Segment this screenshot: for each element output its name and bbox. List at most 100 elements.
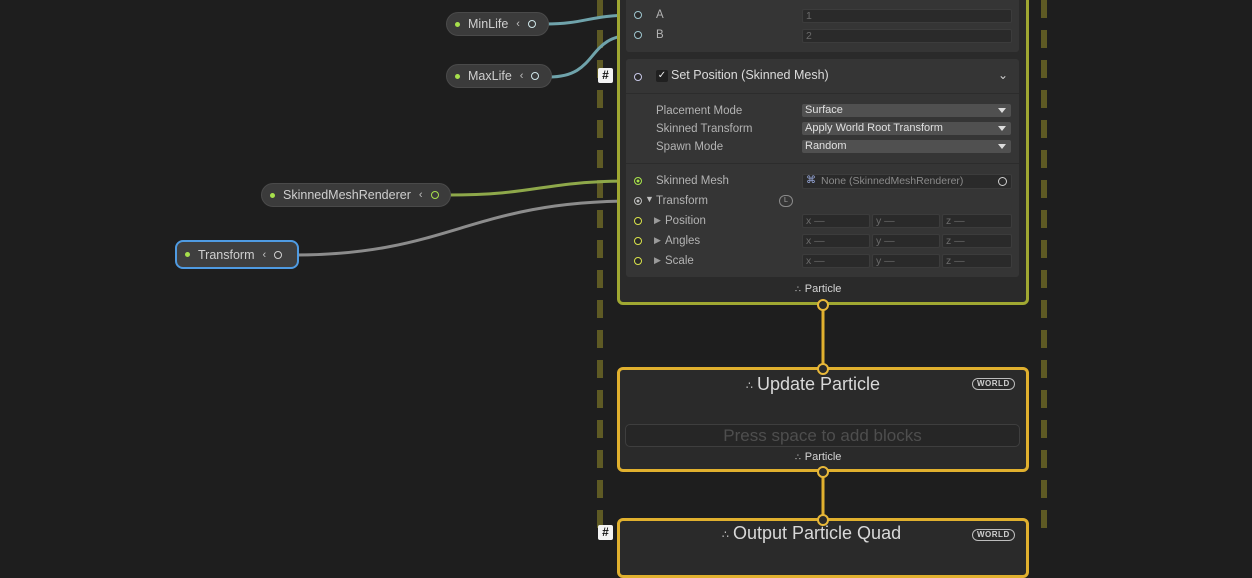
output-port[interactable] — [531, 72, 540, 80]
y-label: y — [876, 255, 882, 267]
output-label-text: Particle — [804, 451, 842, 463]
initialize-flow-output-port[interactable] — [817, 299, 829, 311]
set-lifetime-random-block[interactable]: A 1 B 2 — [626, 0, 1019, 52]
x-label: x — [806, 255, 812, 267]
input-port-position[interactable] — [634, 217, 642, 225]
value: — — [954, 235, 965, 247]
input-port-a[interactable] — [634, 11, 642, 19]
value: — — [814, 235, 825, 247]
block-title: Set Position (Skinned Mesh) — [671, 68, 829, 82]
edge-transform — [293, 199, 635, 257]
dropdown-arrow-icon — [998, 144, 1006, 149]
property-type-dot — [185, 252, 190, 257]
dropdown-value: Random — [805, 140, 847, 152]
particle-icon: ∴ — [795, 283, 801, 294]
field-b[interactable]: 2 — [802, 29, 1012, 43]
position-y-field[interactable]: y — — [872, 214, 940, 228]
dropdown-value: Apply World Root Transform — [805, 122, 943, 134]
input-port-b[interactable] — [634, 31, 642, 39]
activation-port[interactable] — [634, 73, 642, 81]
label-b: B — [656, 29, 664, 41]
value: — — [814, 215, 825, 227]
placement-mode-dropdown[interactable]: Surface — [802, 104, 1011, 117]
input-port-angles[interactable] — [634, 237, 642, 245]
transform-label: Transform — [656, 195, 708, 207]
local-space-badge[interactable]: L — [779, 195, 793, 207]
expand-triangle-icon[interactable]: ▼ — [645, 194, 654, 204]
skinned-transform-label: Skinned Transform — [656, 123, 753, 135]
skinned-transform-dropdown[interactable]: Apply World Root Transform — [802, 122, 1011, 135]
value: — — [884, 215, 895, 227]
property-type-dot — [455, 21, 460, 27]
spawn-mode-label: Spawn Mode — [656, 141, 724, 153]
value: — — [954, 255, 965, 267]
particle-icon: ∴ — [722, 528, 729, 541]
value: — — [884, 235, 895, 247]
angles-x-field[interactable]: x — — [802, 234, 870, 248]
scale-label: Scale — [665, 255, 694, 267]
property-label: SkinnedMeshRenderer — [283, 188, 411, 202]
property-node-minlife[interactable]: MinLife ‹ — [446, 12, 549, 36]
scale-y-field[interactable]: y — — [872, 254, 940, 268]
expand-triangle-icon[interactable]: ▶ — [654, 215, 661, 226]
expand-triangle-icon[interactable]: ▶ — [654, 255, 661, 266]
space-badge[interactable]: WORLD — [972, 529, 1015, 541]
update-flow-output-port[interactable] — [817, 466, 829, 478]
property-label: MinLife — [468, 17, 509, 31]
scale-z-field[interactable]: z — — [942, 254, 1012, 268]
property-node-transform[interactable]: Transform ‹ — [175, 240, 299, 269]
chevron-left-icon[interactable]: ‹ — [520, 70, 524, 82]
set-position-skinned-mesh-block[interactable]: ✓ Set Position (Skinned Mesh) ⌄ Placemen… — [626, 59, 1019, 277]
position-x-field[interactable]: x — — [802, 214, 870, 228]
chevron-left-icon[interactable]: ‹ — [516, 18, 520, 30]
scale-x-field[interactable]: x — — [802, 254, 870, 268]
value: — — [814, 255, 825, 267]
output-port[interactable] — [430, 191, 439, 199]
property-label: MaxLife — [468, 69, 512, 83]
add-blocks-placeholder[interactable]: Press space to add blocks — [625, 424, 1020, 447]
expand-triangle-icon[interactable]: ▶ — [654, 235, 661, 246]
input-port-scale[interactable] — [634, 257, 642, 265]
title-text: Update Particle — [757, 374, 881, 394]
particle-icon: ∴ — [746, 379, 753, 392]
chevron-left-icon[interactable]: ‹ — [263, 249, 267, 261]
input-port-transform[interactable] — [634, 197, 642, 205]
position-label: Position — [665, 215, 706, 227]
output-label-text: Particle — [804, 283, 842, 295]
field-a[interactable]: 1 — [802, 9, 1012, 23]
edge-skinned-mesh — [446, 179, 635, 197]
output-context-title: ∴ Output Particle Quad — [722, 523, 901, 544]
object-picker-icon[interactable] — [998, 177, 1007, 186]
output-port[interactable] — [274, 250, 283, 259]
skinned-mesh-label: Skinned Mesh — [656, 175, 729, 187]
chevron-down-icon[interactable]: ⌄ — [998, 68, 1008, 82]
divider — [626, 163, 1019, 164]
value: — — [954, 215, 965, 227]
z-label: z — [946, 235, 952, 247]
update-context-title: ∴ Update Particle — [746, 374, 880, 395]
chevron-left-icon[interactable]: ‹ — [419, 189, 423, 201]
property-label: Transform — [198, 247, 255, 262]
spawn-mode-dropdown[interactable]: Random — [802, 140, 1011, 153]
initialize-output-label: ∴ Particle — [795, 283, 841, 295]
angles-y-field[interactable]: y — — [872, 234, 940, 248]
dropdown-arrow-icon — [998, 126, 1006, 131]
placement-mode-label: Placement Mode — [656, 105, 743, 117]
skinned-mesh-object-field[interactable]: ⌘ None (SkinnedMeshRenderer) — [802, 174, 1012, 189]
skinned-mesh-icon: ⌘ — [806, 175, 816, 186]
output-port[interactable] — [527, 20, 536, 28]
x-label: x — [806, 215, 812, 227]
angles-z-field[interactable]: z — — [942, 234, 1012, 248]
title-text: Output Particle Quad — [733, 523, 902, 543]
y-label: y — [876, 235, 882, 247]
property-node-skinned-mesh-renderer[interactable]: SkinnedMeshRenderer ‹ — [261, 183, 451, 207]
z-label: z — [946, 215, 952, 227]
space-badge[interactable]: WORLD — [972, 378, 1015, 390]
position-z-field[interactable]: z — — [942, 214, 1012, 228]
enabled-checkbox[interactable]: ✓ — [656, 70, 668, 82]
input-port-skinned-mesh[interactable] — [634, 177, 642, 185]
dropdown-value: Surface — [805, 104, 843, 116]
property-node-maxlife[interactable]: MaxLife ‹ — [446, 64, 552, 88]
y-label: y — [876, 215, 882, 227]
object-field-value: None (SkinnedMeshRenderer) — [821, 175, 964, 187]
